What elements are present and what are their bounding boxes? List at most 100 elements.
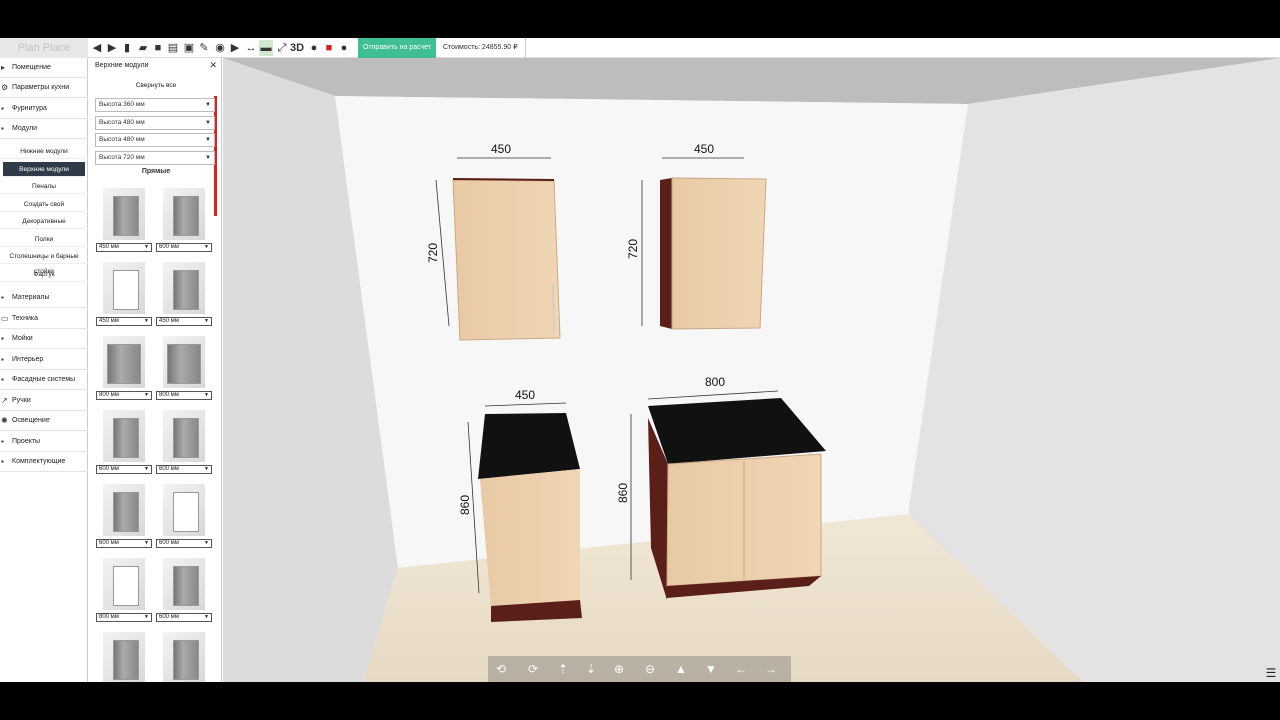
nav-item-modules[interactable]: ▪ Модули <box>0 119 88 139</box>
height-group-480b[interactable]: Высота 480 мм ▼ <box>95 133 215 147</box>
nav-item-appliances[interactable]: ▭ Техника <box>0 309 88 329</box>
sub-item-shelves[interactable]: Полки <box>0 232 88 247</box>
nav-label: Комплектующие <box>12 458 66 465</box>
nav-item-components[interactable]: ▪ Комплектующие <box>0 452 88 472</box>
size-select[interactable]: 600 мм ▼ <box>156 613 212 622</box>
size-select[interactable]: 450 мм ▼ <box>96 317 152 326</box>
nav-item-interior[interactable]: ▪ Интерьер <box>0 350 88 370</box>
sub-item-tall[interactable]: Пеналы <box>0 179 88 194</box>
upper-cabinet-left[interactable] <box>452 179 561 341</box>
size-select[interactable]: 600 мм ▼ <box>96 465 152 474</box>
nav-item-room[interactable]: ▸ Помещение <box>0 58 88 78</box>
camera-icon[interactable]: ▶ <box>228 40 242 56</box>
module-card[interactable] <box>95 626 153 682</box>
chevron-down-icon: ▼ <box>204 244 209 250</box>
sub-item-custom[interactable]: Создать свой <box>0 197 88 212</box>
3d-viewport[interactable]: 450 720 450 720 450 860 800 860 ⟲ ⟳ ⇡ ⇣ … <box>223 58 1280 682</box>
size-select[interactable]: 800 мм ▼ <box>96 391 152 400</box>
nav-item-projects[interactable]: ▪ Проекты <box>0 432 88 452</box>
module-card[interactable]: 800 мм ▼ <box>155 330 213 400</box>
pencil-icon[interactable]: ✎ <box>197 40 211 56</box>
module-card[interactable]: 600 мм ▼ <box>95 478 153 548</box>
zoom-out-icon[interactable]: ⊖ <box>641 660 659 678</box>
nav-item-hardware[interactable]: ▪ Фурнитура <box>0 99 88 119</box>
module-card[interactable]: 450 мм ▼ <box>95 256 153 326</box>
info-icon[interactable]: ● <box>337 40 351 56</box>
sub-item-lower[interactable]: Нижние модули <box>0 144 88 159</box>
module-card[interactable]: 600 мм ▼ <box>155 182 213 252</box>
pan-left-icon[interactable]: ← <box>732 660 750 678</box>
send-for-calculation-button[interactable]: Отправить на расчет <box>358 38 436 58</box>
open-folder-icon[interactable]: ▰ <box>136 40 150 56</box>
module-card[interactable]: 600 мм ▼ <box>155 404 213 474</box>
module-card[interactable]: 450 мм ▼ <box>155 256 213 326</box>
module-card[interactable]: 450 мм ▼ <box>95 182 153 252</box>
height-group-720[interactable]: Высота 720 мм ▼ <box>95 151 215 165</box>
measure-icon[interactable]: ↔ <box>244 40 258 56</box>
nav-item-kitchen-params[interactable]: ⚙ Параметры кухни <box>0 78 88 98</box>
dimension-label: 450 <box>515 388 536 402</box>
nav-item-sinks[interactable]: ▪ Мойки <box>0 329 88 349</box>
sub-item-upper[interactable]: Верхние модули <box>3 162 85 177</box>
module-card[interactable]: 800 мм ▼ <box>95 330 153 400</box>
tilt-up-icon[interactable]: ⇡ <box>554 660 572 678</box>
sub-item-decorative[interactable]: Декоративные <box>0 214 88 229</box>
cart-icon[interactable]: ■ <box>322 40 336 56</box>
nav-label: Фасадные системы <box>12 376 76 383</box>
print-icon[interactable]: ▤ <box>166 40 180 56</box>
fullscreen-icon[interactable]: ⤢ <box>275 40 289 56</box>
sub-item-backsplash[interactable]: Фартук <box>0 267 88 282</box>
nav-label: Интерьер <box>12 356 44 363</box>
sub-item-countertops[interactable]: Столешницы и барные стойки <box>0 249 88 275</box>
pan-up-icon[interactable]: ▲ <box>672 660 690 678</box>
view-3d-button[interactable]: 3D <box>288 40 306 56</box>
module-card[interactable]: 800 мм ▼ <box>95 552 153 622</box>
comment-icon[interactable]: ▬ <box>259 40 273 56</box>
module-card[interactable] <box>155 626 213 682</box>
nav-item-facades[interactable]: ▪ Фасадные системы <box>0 370 88 390</box>
list-icon[interactable]: ☰ <box>1264 666 1278 680</box>
nav-item-handles[interactable]: ↗ Ручки <box>0 391 88 411</box>
module-card[interactable]: 600 мм ▼ <box>155 478 213 548</box>
facade-icon: ▪ <box>1 375 4 384</box>
close-icon[interactable]: ✕ <box>209 60 217 71</box>
eye-icon[interactable]: ◉ <box>213 40 227 56</box>
size-select[interactable]: 450 мм ▼ <box>156 317 212 326</box>
collapse-all-button[interactable]: Свернуть все <box>90 82 221 89</box>
image-icon[interactable]: ▣ <box>182 40 196 56</box>
app-window: Plan Place ◀ ▶ ▮ ▰ ■ ▤ ▣ ✎ ◉ ▶ ↔ ▬ ⤢ 3D … <box>0 38 1280 682</box>
new-file-icon[interactable]: ▮ <box>120 40 134 56</box>
help-icon[interactable]: ● <box>307 40 321 56</box>
size-select[interactable]: 600 мм ▼ <box>156 539 212 548</box>
pan-right-icon[interactable]: → <box>762 660 780 678</box>
size-select[interactable]: 800 мм ▼ <box>156 391 212 400</box>
tilt-down-icon[interactable]: ⇣ <box>582 660 600 678</box>
height-group-480[interactable]: Высота 480 мм ▼ <box>95 116 215 130</box>
module-thumbnail <box>103 410 145 462</box>
upper-cabinet-right[interactable] <box>671 177 767 330</box>
nav-label: Модули <box>12 125 38 132</box>
nav-label: Освещение <box>12 417 50 424</box>
lower-cabinet-left[interactable] <box>480 469 580 606</box>
module-thumbnail <box>103 262 145 314</box>
module-card[interactable]: 600 мм ▼ <box>155 552 213 622</box>
redo-icon[interactable]: ▶ <box>105 40 119 56</box>
nav-label: Проекты <box>12 438 41 445</box>
rotate-left-icon[interactable]: ⟲ <box>492 660 510 678</box>
height-group-360[interactable]: Высота 360 мм ▼ <box>95 98 215 112</box>
save-icon[interactable]: ■ <box>151 40 165 56</box>
size-select[interactable]: 600 мм ▼ <box>156 465 212 474</box>
zoom-in-icon[interactable]: ⊕ <box>610 660 628 678</box>
module-card[interactable]: 600 мм ▼ <box>95 404 153 474</box>
size-select[interactable]: 600 мм ▼ <box>156 243 212 252</box>
size-value: 450 мм <box>99 244 119 250</box>
size-select[interactable]: 600 мм ▼ <box>96 539 152 548</box>
size-select[interactable]: 800 мм ▼ <box>96 613 152 622</box>
rotate-right-icon[interactable]: ⟳ <box>524 660 542 678</box>
nav-item-materials[interactable]: ▪ Материалы <box>0 288 88 308</box>
nav-item-lighting[interactable]: ✺ Освещение <box>0 411 88 431</box>
undo-icon[interactable]: ◀ <box>90 40 104 56</box>
size-select[interactable]: 450 мм ▼ <box>96 243 152 252</box>
nav-label: Материалы <box>12 294 50 301</box>
pan-down-icon[interactable]: ▼ <box>702 660 720 678</box>
